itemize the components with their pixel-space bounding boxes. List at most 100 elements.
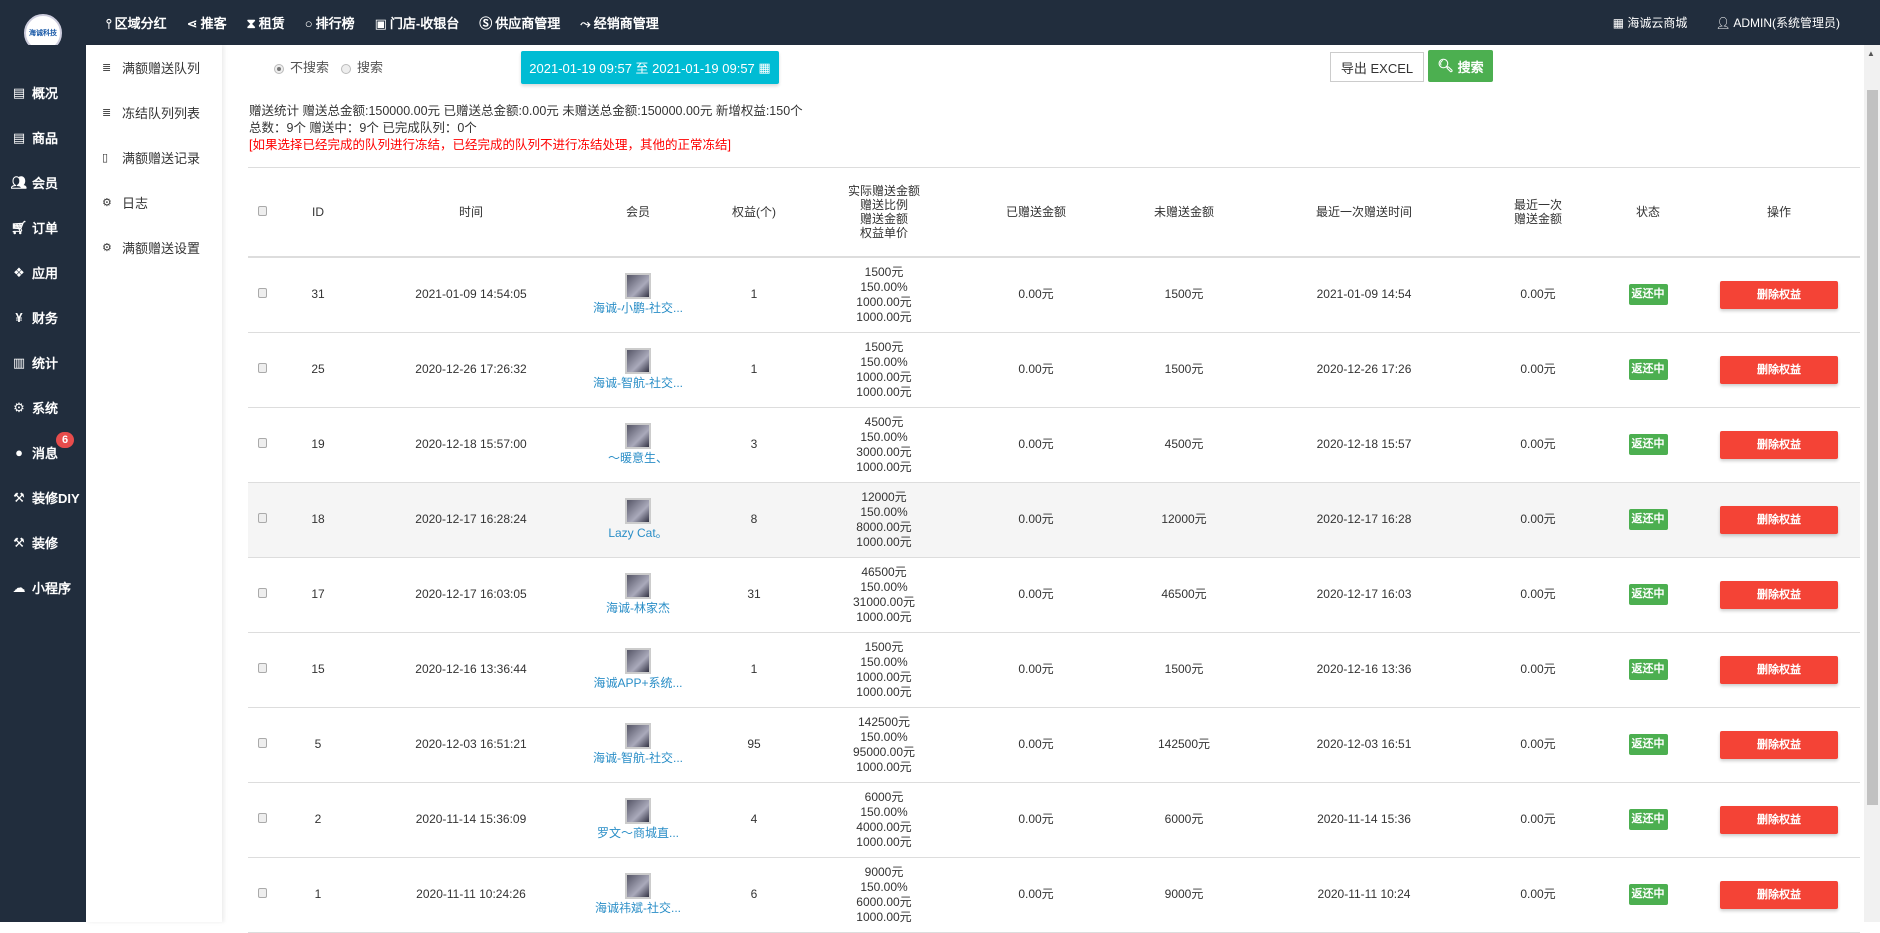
sidebar-item[interactable]: ⚒ 装修DIY — [0, 475, 86, 520]
member-link[interactable]: 海诚-智航-社交... — [593, 376, 683, 390]
member-link[interactable]: 海诚-智航-社交... — [593, 751, 683, 765]
shop-link[interactable]: ▦ 海诚云商城 — [1613, 14, 1688, 31]
delete-rights-button[interactable]: 删除权益 — [1720, 730, 1838, 759]
sub-sidebar: ≣ 满额赠送队列 ≣ 冻结队列列表 ▯ 满额赠送记录 ⚙ 日志 ⚙ 满额赠送设置 — [86, 45, 222, 922]
table-row[interactable]: 2 2020-11-14 15:36:09 罗文～商城直... 4 6000元 1… — [248, 782, 1860, 858]
member-link[interactable]: Lazy Cat。 — [608, 526, 667, 540]
radio-no-search[interactable]: 不搜索 — [274, 57, 329, 76]
member-link[interactable]: 海诚-林家杰 — [606, 601, 670, 615]
select-all-checkbox[interactable] — [257, 206, 267, 216]
wechat-icon: ☁ — [12, 579, 26, 595]
avatar — [625, 573, 651, 599]
scrollbar-thumb[interactable] — [1867, 90, 1878, 805]
sidebar-item[interactable]: ▥ 统计 — [0, 340, 86, 385]
row-checkbox[interactable] — [257, 888, 267, 898]
member-link[interactable]: 海诚APP+系统... — [593, 676, 682, 690]
scrollbar[interactable]: ▲ — [1864, 45, 1880, 922]
delete-rights-button[interactable]: 删除权益 — [1720, 655, 1838, 684]
date-range-picker[interactable]: 2021-01-19 09:57 至 2021-01-19 09:57 ▦ — [521, 51, 779, 84]
table-row[interactable]: 25 2020-12-26 17:26:32 海诚-智航-社交... 1 150… — [248, 332, 1860, 408]
topnav-item[interactable]: ▣ 门店-收银台 — [375, 13, 460, 32]
delete-rights-button[interactable]: 删除权益 — [1720, 580, 1838, 609]
sidebar-item[interactable]: ¥ 财务 — [0, 295, 86, 340]
status-badge: 返还中 — [1628, 659, 1668, 680]
status-badge: 返还中 — [1628, 359, 1668, 380]
row-checkbox[interactable] — [257, 738, 267, 748]
window-icon: ▤ — [12, 129, 26, 145]
subnav-item[interactable]: ▯ 满额赠送记录 — [86, 135, 222, 180]
stats: 赠送统计 赠送总金额:150000.00元 已赠送总金额:0.00元 未赠送总金… — [249, 104, 803, 152]
row-checkbox[interactable] — [257, 438, 267, 448]
avatar — [625, 723, 651, 749]
topnav-item[interactable]: ⋖ 推客 — [187, 13, 227, 32]
subnav-item[interactable]: ≣ 冻结队列列表 — [86, 90, 222, 135]
sidebar-item[interactable]: ☁ 小程序 — [0, 565, 86, 610]
table-row[interactable]: 1 2020-11-11 10:24:26 海诚祎斌-社交... 6 9000元… — [248, 857, 1860, 933]
user-icon: 👤︎ — [1715, 16, 1734, 30]
table-row[interactable]: 5 2020-12-03 16:51:21 海诚-智航-社交... 95 142… — [248, 707, 1860, 783]
table-row[interactable]: 15 2020-12-16 13:36:44 海诚APP+系统... 1 150… — [248, 632, 1860, 708]
cash-icon: ▣ — [374, 16, 387, 31]
subnav-item[interactable]: ⚙ 满额赠送设置 — [86, 225, 222, 270]
row-checkbox[interactable] — [257, 588, 267, 598]
member-link[interactable]: 海诚祎斌-社交... — [595, 901, 681, 915]
row-checkbox[interactable] — [257, 513, 267, 523]
avatar — [625, 873, 651, 899]
member-link[interactable]: 海诚-小鹏-社交... — [593, 301, 683, 315]
delete-rights-button[interactable]: 删除权益 — [1720, 505, 1838, 534]
scroll-up-icon[interactable]: ▲ — [1867, 49, 1875, 58]
subnav-item[interactable]: ⚙ 日志 — [86, 180, 222, 225]
sidebar-item[interactable]: ▤ 商品 — [0, 115, 86, 160]
table-header: ID 时间 会员 权益(个) 实际赠送金额 赠送比例 赠送金额 权益单价 已赠送金额 … — [248, 168, 1860, 258]
topnav-item[interactable]: ○ 排行榜 — [305, 13, 355, 32]
row-checkbox[interactable] — [257, 813, 267, 823]
avatar — [625, 648, 651, 674]
table-row[interactable]: 19 2020-12-18 15:57:00 ～暖意生、 3 4500元 150.… — [248, 407, 1860, 483]
member-link[interactable]: 罗文～商城直... — [597, 826, 679, 840]
status-badge: 返还中 — [1628, 434, 1668, 455]
sidebar-item[interactable]: ▤ 概况 — [0, 70, 86, 115]
sidebar-item[interactable]: ⚒ 装修 — [0, 520, 86, 565]
subnav-item[interactable]: ≣ 满额赠送队列 — [86, 45, 222, 90]
topnav-item[interactable]: ⫯ 区域分红 — [106, 13, 167, 32]
sidebar-item[interactable]: ❖ 应用 — [0, 250, 86, 295]
delete-rights-button[interactable]: 删除权益 — [1720, 430, 1838, 459]
row-checkbox[interactable] — [257, 663, 267, 673]
status-badge: 返还中 — [1628, 509, 1668, 530]
table-row[interactable]: 17 2020-12-17 16:03:05 海诚-林家杰 31 46500元 1… — [248, 557, 1860, 633]
sidebar-item[interactable]: 🛒︎ 订单 — [0, 205, 86, 250]
avatar — [625, 348, 651, 374]
delete-rights-button[interactable]: 删除权益 — [1720, 355, 1838, 384]
table-row[interactable]: 31 2021-01-09 14:54:05 海诚-小鹏-社交... 1 150… — [248, 257, 1860, 333]
radio-search[interactable]: 搜索 — [341, 57, 383, 76]
search-icon: 🔍︎ — [1437, 58, 1454, 73]
topnav-item[interactable]: ⤳ 经销商管理 — [580, 13, 658, 32]
status-badge: 返还中 — [1628, 284, 1668, 306]
status-badge: 返还中 — [1628, 734, 1668, 755]
sidebar-item[interactable]: ⚙ 系统 — [0, 385, 86, 430]
delete-rights-button[interactable]: 删除权益 — [1720, 280, 1838, 309]
row-checkbox[interactable] — [257, 363, 267, 373]
gears-icon: ⚙ — [102, 242, 112, 254]
table-row[interactable]: 18 2020-12-17 16:28:24 Lazy Cat。 8 12000… — [248, 482, 1860, 558]
topnav-item[interactable]: ⧗ 租赁 — [247, 13, 285, 32]
topnav-item[interactable]: Ⓢ 供应商管理 — [479, 13, 560, 32]
export-excel-button[interactable]: 导出 EXCEL — [1330, 52, 1424, 82]
tie-icon: ⫯ — [106, 16, 112, 31]
grid-icon: ▦ — [1612, 16, 1628, 30]
delete-rights-button[interactable]: 删除权益 — [1720, 805, 1838, 834]
row-checkbox[interactable] — [257, 288, 267, 299]
sidebar-item[interactable]: 👥︎ 会员 — [0, 160, 86, 205]
gears-icon: ⚙ — [102, 197, 112, 209]
circle-icon: ○ — [304, 16, 313, 31]
cart-icon: 🛒︎ — [10, 219, 28, 235]
delete-rights-button[interactable]: 删除权益 — [1720, 880, 1838, 909]
database-icon: ≣ — [102, 62, 112, 74]
status-badge: 返还中 — [1628, 884, 1668, 905]
search-button[interactable]: 🔍︎ 搜索 — [1428, 50, 1493, 82]
sidebar-item[interactable]: ● 消息 6 — [0, 430, 86, 475]
database-icon: ≣ — [102, 107, 112, 119]
user-menu[interactable]: 👤︎ ADMIN(系统管理员) — [1715, 14, 1840, 31]
member-link[interactable]: ～暖意生、 — [608, 451, 668, 465]
avatar — [625, 423, 651, 449]
